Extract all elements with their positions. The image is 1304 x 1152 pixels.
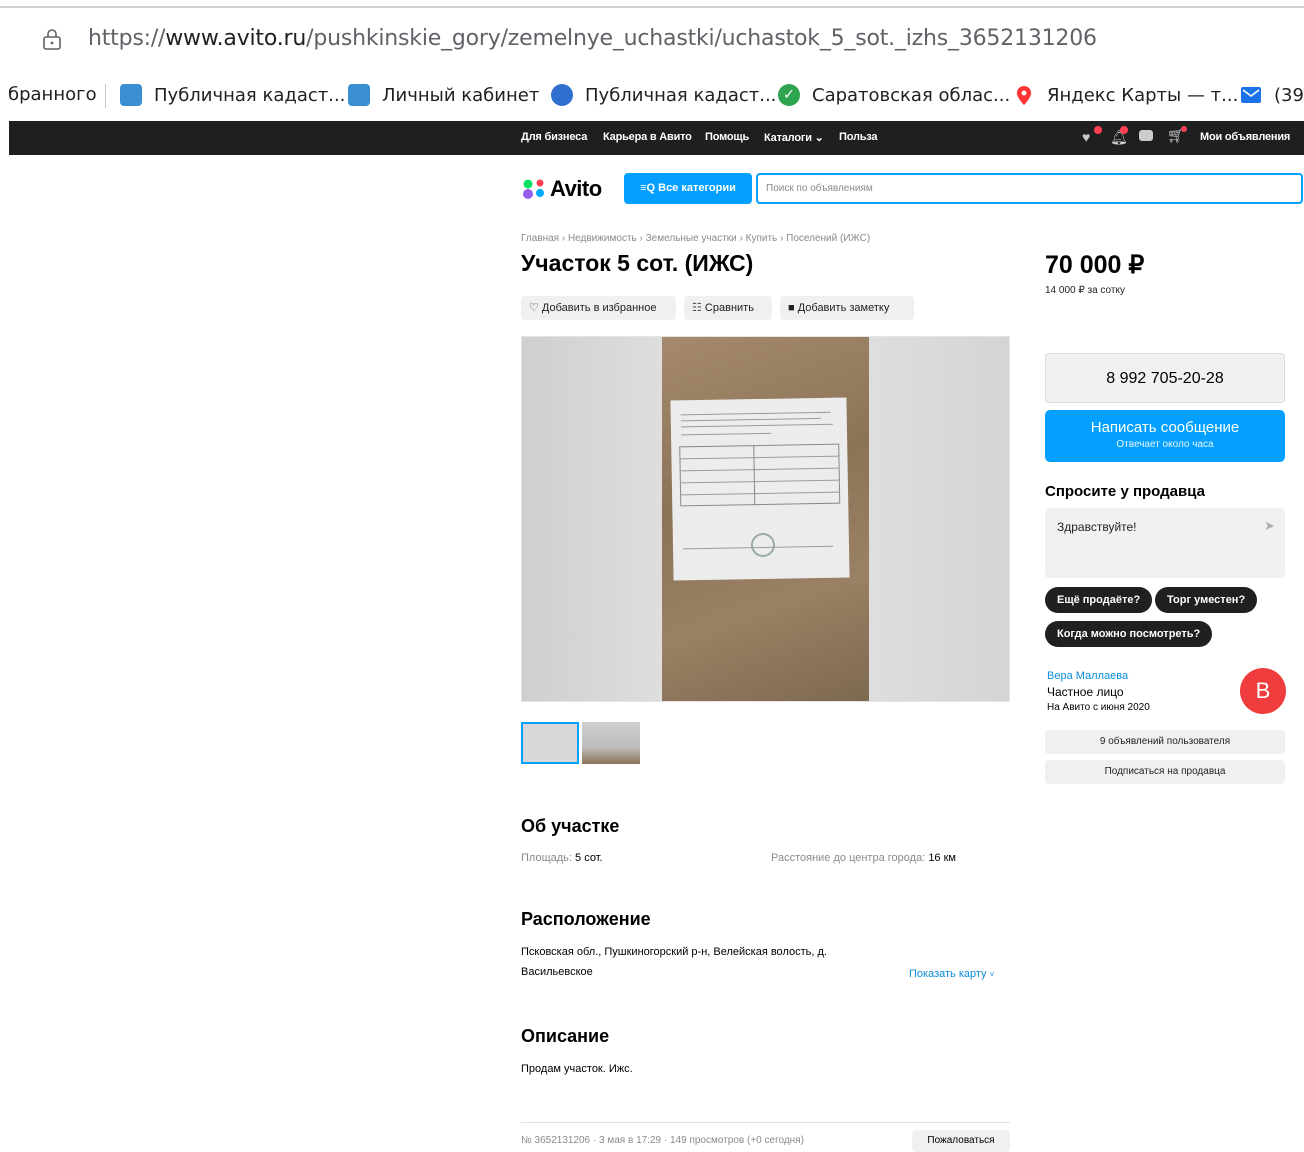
window-edge xyxy=(0,6,1304,8)
seller-type: Частное лицо xyxy=(1047,685,1124,699)
topbar-link-business[interactable]: Для бизнеса xyxy=(521,131,587,143)
map-pin-icon xyxy=(1017,86,1031,105)
write-message-button[interactable]: Написать сообщение Отвечает около часа xyxy=(1045,410,1285,462)
url-text[interactable]: https://www.avito.ru/pushkinskie_gory/ze… xyxy=(88,26,1097,51)
send-icon[interactable]: ➤ xyxy=(1264,518,1275,534)
quick-question-chip[interactable]: Торг уместен? xyxy=(1155,587,1258,613)
rosreestr-icon xyxy=(348,84,370,106)
distance-param: Расстояние до центра города: 16 км xyxy=(771,852,956,864)
bookmark-item[interactable]: Публичная кадаст... xyxy=(120,84,345,106)
site-topbar: Для бизнеса Карьера в Авито Помощь Катал… xyxy=(9,121,1304,155)
bookmark-label: Яндекс Карты — т... xyxy=(1047,84,1239,106)
add-note-button[interactable]: ■ Добавить заметку xyxy=(780,296,914,320)
breadcrumb[interactable]: Главная › Недвижимость › Земельные участ… xyxy=(521,233,870,244)
menu-search-icon: ≡Q xyxy=(640,182,659,194)
bookmark-item[interactable]: (39 xyxy=(1240,84,1304,106)
gallery-thumbnail[interactable] xyxy=(521,722,579,764)
message-button-label: Написать сообщение xyxy=(1090,419,1240,436)
seller-since: На Авито с июня 2020 xyxy=(1047,702,1150,713)
add-to-favorites-button[interactable]: ♡ Добавить в избранное xyxy=(521,296,676,320)
lock-icon[interactable] xyxy=(42,28,62,50)
bookmark-item[interactable]: Публичная кадаст... xyxy=(551,84,776,106)
note-icon: ■ xyxy=(788,302,798,314)
compare-icon: ☷ xyxy=(692,302,705,314)
search-input[interactable]: Поиск по объявлениям xyxy=(756,173,1303,204)
description-text: Продам участок. Ижс. xyxy=(521,1063,633,1075)
topbar-link-benefit[interactable]: Польза xyxy=(839,131,878,143)
avatar[interactable]: В xyxy=(1240,668,1286,714)
ask-seller-title: Спросите у продавца xyxy=(1045,483,1205,500)
bookmark-label: Личный кабинет xyxy=(382,84,540,106)
logo-text: Avito xyxy=(550,176,602,201)
notification-badge xyxy=(1181,126,1187,132)
listing-meta: № 3652131206 · 3 мая в 17:29 · 149 просм… xyxy=(521,1135,804,1146)
divider xyxy=(521,1122,1010,1123)
response-time: Отвечает около часа xyxy=(1116,439,1214,450)
address-line1: Псковская обл., Пушкиногорский р-н, Веле… xyxy=(521,946,827,958)
document-table xyxy=(679,443,841,507)
bookmark-item[interactable]: ✓ Саратовская облас... xyxy=(778,84,1010,106)
all-categories-button[interactable]: ≡Q Все категории xyxy=(624,173,752,204)
seller-ads-button[interactable]: 9 объявлений пользователя xyxy=(1045,730,1285,754)
quick-question-chip[interactable]: Ещё продаёте? xyxy=(1045,587,1153,613)
globe-house-icon xyxy=(551,84,573,106)
stamp-image xyxy=(750,532,776,558)
avito-logo-dots-icon xyxy=(523,179,544,199)
favorites-heart-icon[interactable]: ♥ xyxy=(1082,129,1090,145)
address-line2: Васильевское xyxy=(521,966,593,978)
photo-gallery[interactable] xyxy=(521,336,1010,702)
check-circle-icon: ✓ xyxy=(778,84,800,106)
bookmark-label: Саратовская облас... xyxy=(812,84,1011,106)
notification-badge xyxy=(1094,126,1102,134)
description-section-title: Описание xyxy=(521,1026,610,1046)
heart-icon: ♡ xyxy=(529,302,542,314)
document-image xyxy=(670,397,850,581)
gallery-thumbnail[interactable] xyxy=(582,722,640,764)
bookmarks-bar: бранного Публичная кадаст... Личный каби… xyxy=(0,72,1304,120)
messages-icon[interactable] xyxy=(1139,130,1153,141)
bookmark-label: Публичная кадаст... xyxy=(154,84,346,106)
listing-photo[interactable] xyxy=(662,337,869,701)
gallery-blur-right xyxy=(869,337,1009,701)
bookmark-label: Публичная кадаст... xyxy=(585,84,777,106)
topbar-link-help[interactable]: Помощь xyxy=(705,131,749,143)
browser-address-bar[interactable]: https://www.avito.ru/pushkinskie_gory/ze… xyxy=(0,0,1304,72)
show-phone-button[interactable]: 8 992 705-20-28 xyxy=(1045,353,1285,403)
bookmark-item[interactable]: Яндекс Карты — т... xyxy=(1013,84,1238,106)
gallery-blur-left xyxy=(522,337,662,701)
price: 70 000 ₽ xyxy=(1045,251,1145,279)
rosreestr-icon xyxy=(120,84,142,106)
location-section-title: Расположение xyxy=(521,909,651,929)
compare-button[interactable]: ☷ Сравнить xyxy=(684,296,772,320)
bookmark-separator xyxy=(105,84,106,108)
price-per-unit: 14 000 ₽ за сотку xyxy=(1045,285,1125,296)
subscribe-seller-button[interactable]: Подписаться на продавца xyxy=(1045,760,1285,784)
bookmark-label: (39 xyxy=(1274,84,1304,106)
complain-button[interactable]: Пожаловаться xyxy=(912,1130,1010,1152)
bookmark-item[interactable]: бранного xyxy=(8,84,97,105)
show-map-link[interactable]: Показать карту ˅ xyxy=(909,968,994,980)
mail-icon xyxy=(1241,87,1261,103)
topbar-link-catalogs[interactable]: Каталоги ⌄ xyxy=(764,131,824,144)
my-ads-link[interactable]: Мои объявления xyxy=(1200,131,1290,143)
bookmark-item[interactable]: Личный кабинет xyxy=(348,84,539,106)
notification-badge xyxy=(1120,126,1128,134)
chevron-down-icon: ˅ xyxy=(989,970,995,979)
topbar-link-career[interactable]: Карьера в Авито xyxy=(603,131,692,143)
seller-name-link[interactable]: Вера Маллаева xyxy=(1047,670,1128,682)
bookmark-label: бранного xyxy=(8,84,97,105)
ask-seller-input[interactable]: Здравствуйте! xyxy=(1045,508,1285,578)
about-section-title: Об участке xyxy=(521,816,620,836)
area-param: Площадь: 5 сот. xyxy=(521,852,603,864)
avito-logo[interactable]: Avito xyxy=(521,176,602,202)
quick-question-chip[interactable]: Когда можно посмотреть? xyxy=(1045,621,1213,647)
page-title: Участок 5 сот. (ИЖС) xyxy=(521,250,754,276)
